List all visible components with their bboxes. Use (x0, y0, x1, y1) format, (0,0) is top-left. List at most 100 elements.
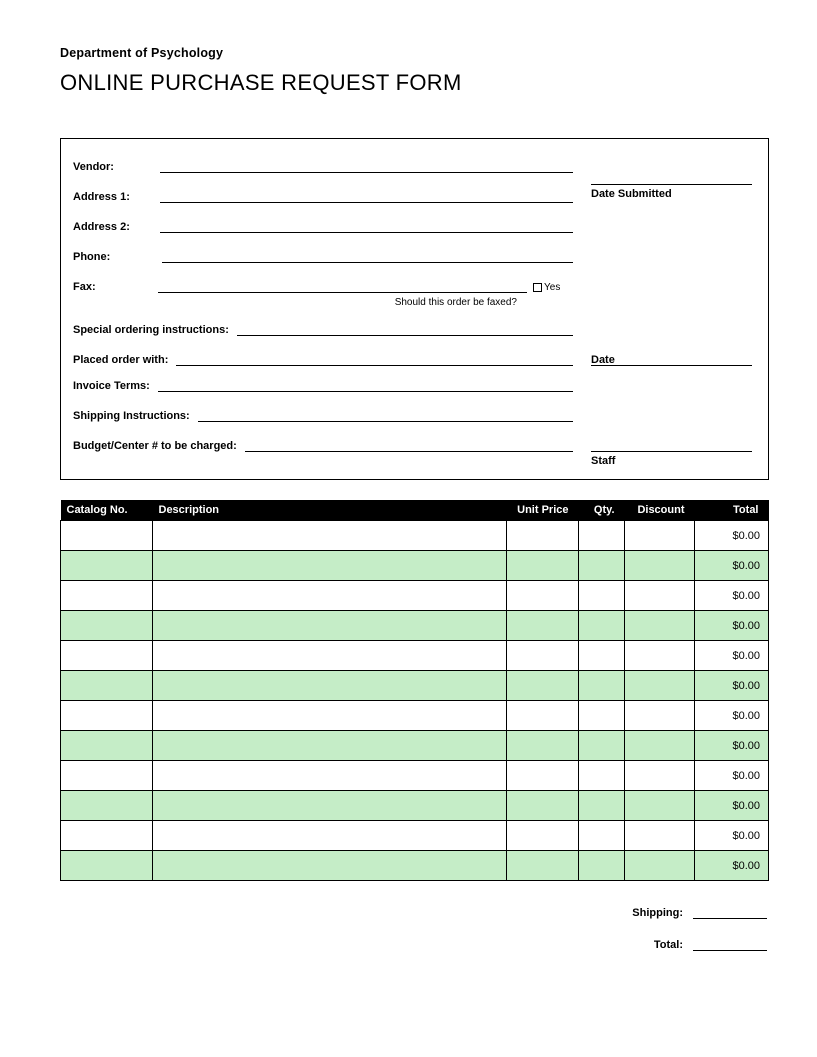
cell-unit_price[interactable] (507, 641, 579, 671)
vendor-row: Vendor: (73, 159, 573, 173)
vendor-input[interactable] (160, 159, 573, 173)
cell-catalog[interactable] (61, 821, 153, 851)
cell-qty[interactable] (579, 731, 625, 761)
cell-total[interactable]: $0.00 (695, 761, 769, 791)
cell-discount[interactable] (625, 701, 695, 731)
cell-discount[interactable] (625, 521, 695, 551)
shipping-total-row: Shipping: (632, 905, 767, 919)
cell-total[interactable]: $0.00 (695, 671, 769, 701)
cell-qty[interactable] (579, 641, 625, 671)
cell-qty[interactable] (579, 851, 625, 881)
cell-unit_price[interactable] (507, 551, 579, 581)
address1-input[interactable] (160, 189, 573, 203)
cell-discount[interactable] (625, 581, 695, 611)
page: Department of Psychology ONLINE PURCHASE… (0, 0, 817, 991)
th-description: Description (153, 500, 507, 521)
phone-input[interactable] (162, 249, 573, 263)
cell-unit_price[interactable] (507, 761, 579, 791)
cell-qty[interactable] (579, 611, 625, 641)
special-instructions-label: Special ordering instructions: (73, 324, 237, 336)
cell-unit_price[interactable] (507, 581, 579, 611)
cell-total[interactable]: $0.00 (695, 521, 769, 551)
cell-catalog[interactable] (61, 761, 153, 791)
cell-discount[interactable] (625, 821, 695, 851)
cell-catalog[interactable] (61, 851, 153, 881)
cell-catalog[interactable] (61, 701, 153, 731)
cell-catalog[interactable] (61, 641, 153, 671)
cell-total[interactable]: $0.00 (695, 791, 769, 821)
cell-qty[interactable] (579, 821, 625, 851)
cell-total[interactable]: $0.00 (695, 581, 769, 611)
cell-discount[interactable] (625, 611, 695, 641)
cell-description[interactable] (153, 641, 507, 671)
cell-discount[interactable] (625, 731, 695, 761)
date-submitted-input[interactable] (591, 171, 752, 185)
cell-description[interactable] (153, 611, 507, 641)
cell-qty[interactable] (579, 791, 625, 821)
cell-discount[interactable] (625, 791, 695, 821)
cell-description[interactable] (153, 851, 507, 881)
form-section: Vendor: Address 1: Address 2: Phone: (60, 138, 769, 480)
cell-qty[interactable] (579, 521, 625, 551)
phone-row: Phone: (73, 249, 573, 263)
invoice-terms-label: Invoice Terms: (73, 380, 158, 392)
staff-input[interactable] (591, 438, 752, 452)
special-instructions-row: Special ordering instructions: (73, 322, 573, 336)
cell-qty[interactable] (579, 581, 625, 611)
cell-total[interactable]: $0.00 (695, 611, 769, 641)
cell-total[interactable]: $0.00 (695, 551, 769, 581)
fax-label: Fax: (73, 281, 96, 293)
table-row: $0.00 (61, 641, 769, 671)
cell-discount[interactable] (625, 851, 695, 881)
cell-qty[interactable] (579, 551, 625, 581)
cell-total[interactable]: $0.00 (695, 851, 769, 881)
cell-description[interactable] (153, 581, 507, 611)
address2-input[interactable] (160, 219, 573, 233)
cell-description[interactable] (153, 671, 507, 701)
cell-discount[interactable] (625, 551, 695, 581)
fax-yes-checkbox[interactable] (533, 283, 542, 292)
cell-catalog[interactable] (61, 731, 153, 761)
cell-catalog[interactable] (61, 581, 153, 611)
shipping-total-input[interactable] (693, 905, 767, 919)
cell-unit_price[interactable] (507, 671, 579, 701)
cell-catalog[interactable] (61, 611, 153, 641)
special-instructions-input[interactable] (237, 322, 573, 336)
cell-description[interactable] (153, 701, 507, 731)
cell-catalog[interactable] (61, 551, 153, 581)
cell-unit_price[interactable] (507, 821, 579, 851)
cell-total[interactable]: $0.00 (695, 731, 769, 761)
cell-description[interactable] (153, 791, 507, 821)
cell-total[interactable]: $0.00 (695, 701, 769, 731)
cell-qty[interactable] (579, 701, 625, 731)
cell-total[interactable]: $0.00 (695, 821, 769, 851)
cell-discount[interactable] (625, 761, 695, 791)
th-total: Total (695, 500, 769, 521)
cell-catalog[interactable] (61, 521, 153, 551)
cell-discount[interactable] (625, 641, 695, 671)
budget-input[interactable] (245, 438, 573, 452)
cell-description[interactable] (153, 551, 507, 581)
cell-unit_price[interactable] (507, 611, 579, 641)
cell-catalog[interactable] (61, 671, 153, 701)
fax-input[interactable] (158, 279, 527, 293)
cell-qty[interactable] (579, 761, 625, 791)
cell-description[interactable] (153, 731, 507, 761)
cell-unit_price[interactable] (507, 791, 579, 821)
cell-discount[interactable] (625, 671, 695, 701)
grand-total-input[interactable] (693, 937, 767, 951)
shipping-instructions-input[interactable] (198, 408, 573, 422)
date-submitted-label: Date Submitted (591, 188, 752, 200)
cell-total[interactable]: $0.00 (695, 641, 769, 671)
invoice-terms-input[interactable] (158, 378, 573, 392)
cell-description[interactable] (153, 821, 507, 851)
cell-unit_price[interactable] (507, 731, 579, 761)
cell-catalog[interactable] (61, 791, 153, 821)
cell-description[interactable] (153, 521, 507, 551)
placed-with-input[interactable] (176, 352, 573, 366)
cell-qty[interactable] (579, 671, 625, 701)
cell-unit_price[interactable] (507, 851, 579, 881)
cell-unit_price[interactable] (507, 701, 579, 731)
cell-unit_price[interactable] (507, 521, 579, 551)
cell-description[interactable] (153, 761, 507, 791)
